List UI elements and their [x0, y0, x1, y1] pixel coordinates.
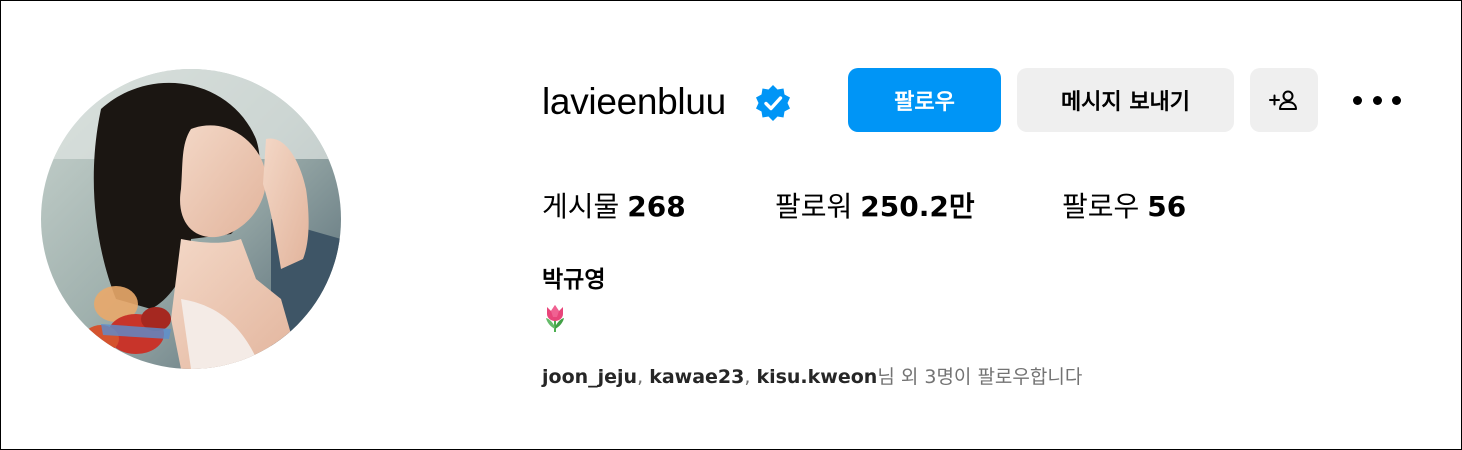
more-dot [1353, 95, 1362, 105]
suggest-similar-button[interactable] [1250, 68, 1318, 132]
follow-button[interactable]: 팔로우 [848, 68, 1001, 132]
avatar-image [41, 69, 341, 369]
stat-posts: 게시물 268 [542, 187, 686, 227]
profile-avatar[interactable] [41, 69, 341, 369]
tulip-icon [542, 303, 568, 333]
followers-count: 250.2만 [860, 190, 975, 223]
separator: , [744, 366, 757, 388]
more-options-icon[interactable] [1353, 85, 1401, 115]
posts-count: 268 [627, 190, 686, 223]
following-label: 팔로우 [1062, 190, 1140, 223]
followers-label: 팔로워 [775, 190, 853, 223]
message-button[interactable]: 메시지 보내기 [1017, 68, 1234, 132]
profile-header: lavieenbluu 팔로우 메시지 보내기 게시물 268 팔로워 250.2만… [0, 0, 1462, 450]
following-count: 56 [1147, 190, 1187, 223]
follower-username[interactable]: kisu.kweon [756, 366, 877, 388]
follower-username[interactable]: kawae23 [649, 366, 744, 388]
posts-label: 게시물 [542, 190, 620, 223]
username: lavieenbluu [542, 81, 726, 122]
more-dot [1372, 95, 1382, 105]
full-name: 박규영 [542, 267, 606, 293]
stat-following[interactable]: 팔로우 56 [1062, 187, 1186, 227]
add-person-icon [1269, 90, 1297, 110]
followed-by-text[interactable]: joon_jeju, kawae23, kisu.kweon님 외 3명이 팔로… [542, 363, 1082, 391]
stat-followers[interactable]: 팔로워 250.2만 [775, 187, 975, 227]
followed-by-suffix: 님 외 3명이 팔로우합니다 [877, 366, 1083, 388]
follower-username[interactable]: joon_jeju [542, 366, 637, 388]
more-dot [1392, 95, 1401, 105]
separator: , [637, 366, 650, 388]
verified-badge-icon [753, 83, 793, 123]
